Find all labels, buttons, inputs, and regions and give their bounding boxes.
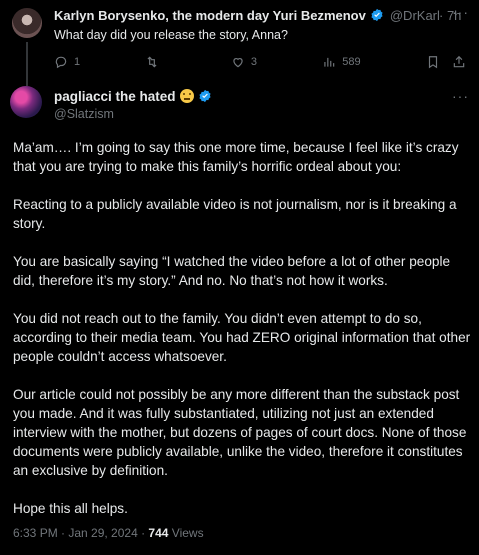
thread-line (26, 42, 28, 86)
tweet-paragraph: You are basically saying “I watched the … (13, 254, 451, 288)
tweet-paragraph: Reacting to a publicly available video i… (13, 197, 457, 231)
timestamp-text[interactable]: 6:33 PM · Jan 29, 2024 · (13, 526, 148, 540)
views-label: Views (168, 526, 204, 540)
bookmark-icon[interactable] (426, 55, 440, 69)
views-button[interactable]: 589 (322, 55, 361, 69)
retweet-button[interactable] (145, 55, 165, 69)
views-count: 589 (342, 56, 361, 68)
verified-icon (371, 8, 383, 22)
main-display-name[interactable]: pagliacci the hated (54, 89, 176, 104)
tweet-timestamp: 6:33 PM · Jan 29, 2024 · 744 Views (13, 526, 204, 540)
share-icon[interactable] (452, 55, 466, 69)
parent-tweet-header: Karlyn Borysenko, the modern day Yuri Be… (54, 8, 446, 23)
verified-icon (199, 89, 211, 103)
tweet-paragraph: Hope this all helps. (13, 501, 128, 516)
views-count: 744 (148, 526, 169, 540)
tweet-body: Ma’am…. I’m going to say this one more t… (13, 138, 473, 537)
avatar[interactable] (10, 86, 42, 118)
parent-display-name[interactable]: Karlyn Borysenko, the modern day Yuri Be… (54, 8, 366, 23)
tweet-paragraph: You did not reach out to the family. You… (13, 311, 471, 364)
like-count: 3 (250, 56, 257, 68)
tweet-actions: 1 3 589 (54, 52, 466, 72)
reply-count: 1 (74, 56, 81, 68)
tweet-extra-actions (426, 55, 466, 69)
retweet-icon (147, 56, 157, 68)
main-handle[interactable]: @Slatzism (54, 107, 114, 121)
more-icon[interactable]: ··· (452, 88, 469, 104)
avatar[interactable] (12, 8, 42, 38)
main-tweet-header: pagliacci the hated (54, 89, 212, 104)
reply-icon (55, 56, 67, 69)
tweet-paragraph: Ma’am…. I’m going to say this one more t… (13, 140, 459, 174)
reply-button[interactable]: 1 (54, 55, 80, 69)
like-button[interactable]: 3 (231, 55, 257, 69)
views-icon (324, 57, 335, 67)
parent-tweet-text: What day did you release the story, Anna… (54, 28, 288, 42)
parent-handle[interactable]: @DrKarlynB (390, 8, 446, 23)
more-icon[interactable]: ··· (452, 4, 469, 20)
tweet-paragraph: Our article could not possibly be any mo… (13, 387, 467, 478)
emoji-icon (179, 89, 194, 103)
like-icon (233, 58, 243, 68)
